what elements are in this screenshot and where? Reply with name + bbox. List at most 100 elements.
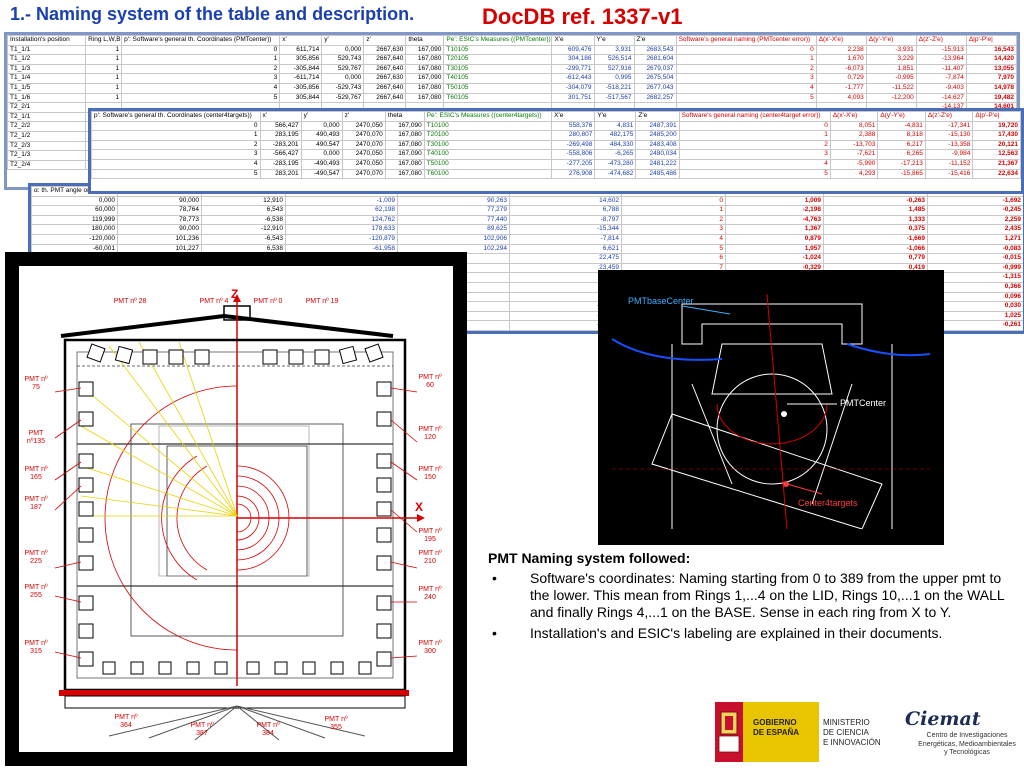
- table-cell: 2,259: [927, 214, 1023, 226]
- table-cell: -7,814: [509, 233, 622, 245]
- table-cell: 1: [121, 54, 281, 65]
- naming-notes: PMT Naming system followed: • Software's …: [488, 550, 1008, 646]
- table-cell: 529,743: [321, 54, 365, 65]
- table-cell: 2483,408: [635, 139, 680, 151]
- table-cell: 90,000: [117, 195, 202, 207]
- table-cell: 0,879: [725, 233, 824, 245]
- table-cell: 2470,050: [341, 158, 386, 170]
- bullet-text: Software's coordinates: Naming starting …: [530, 570, 1005, 620]
- table-cell: -13,703: [829, 139, 879, 151]
- table-cell: T20105: [443, 54, 553, 65]
- axis-z-label: Z: [231, 287, 239, 301]
- table-cell: -0,245: [927, 205, 1023, 216]
- table-cell: -566,427: [259, 149, 302, 160]
- table-cell: 167,090: [384, 149, 425, 160]
- table-cell: 0,000: [31, 195, 118, 207]
- table-cell: T1_1/4: [7, 73, 87, 84]
- table-cell: 2470,050: [341, 149, 386, 160]
- column-header: Δ(z'-Z'e): [924, 111, 974, 122]
- table-cell: 1: [675, 54, 817, 65]
- table-cell: 1,957: [725, 243, 824, 255]
- table-cell: T2_1/3: [7, 150, 87, 161]
- table-cell: 4: [91, 158, 261, 170]
- table-row: 0 566,427 0,000 2470,050 167,090 T10100 558,37…: [91, 120, 1021, 132]
- table-cell: 8,318: [877, 130, 926, 141]
- table-cell: 178,633: [285, 224, 398, 235]
- pmt-label: PMT nº 387: [190, 722, 214, 737]
- table-cell: 3: [675, 73, 817, 84]
- pmt-label: PMT nº 195: [418, 528, 442, 543]
- table-cell: 0: [121, 44, 281, 56]
- table-cell: 167,080: [384, 158, 425, 170]
- table-cell: 4: [678, 158, 831, 170]
- table-cell: 1,670: [815, 54, 867, 65]
- table-cell: -15,344: [509, 224, 622, 235]
- table-cell: 6,543: [201, 205, 286, 216]
- table-cell: 6: [621, 253, 726, 264]
- table-cell: 490,493: [300, 130, 343, 141]
- pmt-label: PMT nº 300: [418, 640, 442, 655]
- table-cell: T60100: [423, 168, 553, 180]
- table-cell: T10105: [443, 44, 553, 56]
- pmt-label: PMT nº 150: [418, 466, 442, 481]
- table-cell: 0: [91, 120, 261, 132]
- table-cell: 0,995: [593, 73, 635, 84]
- column-header: Δ(y'-Y'e): [877, 111, 926, 122]
- table-cell: 2,435: [927, 224, 1023, 235]
- column-header: y': [300, 111, 343, 122]
- table-cell: 5: [121, 92, 281, 104]
- table-cell: 167,080: [384, 130, 425, 141]
- table-cell: T1_1/2: [7, 54, 87, 65]
- table-cell: 167,080: [405, 63, 445, 75]
- table-cell: 17,430: [972, 130, 1021, 141]
- table-cell: -299,771: [551, 63, 595, 75]
- table-cell: 167,090: [405, 73, 445, 84]
- column-header: Pe': ESIC's Measures ((PMTcenter)): [443, 35, 553, 46]
- table-cell: 19,720: [972, 120, 1021, 132]
- pmt-cad-frame: PMTbaseCenter PMTCenter Center4targets: [598, 270, 944, 545]
- table-cell: -612,443: [551, 73, 595, 84]
- table-row: 3 -566,427 0,000 2470,050 167,090 T40100 -558,…: [91, 149, 1021, 160]
- table-cell: -305,856: [279, 82, 323, 94]
- column-header: X'e: [551, 35, 595, 46]
- ciemat-subtitle: Centro de Investigaciones Energéticas, M…: [915, 732, 1019, 758]
- pmt-label: PMT nº 19: [305, 298, 339, 305]
- column-header: Y'e: [594, 111, 637, 122]
- table-cell: -120,879: [285, 233, 398, 245]
- ciemat-logo: Ciemat: [905, 708, 981, 730]
- pmt-label: PMT nº 165: [24, 466, 48, 481]
- table-cell: 484,330: [594, 139, 637, 151]
- table-cell: 102,906: [397, 233, 510, 245]
- pmt-label: PMT nº 355: [324, 716, 348, 731]
- table-cell: T60105: [443, 92, 553, 104]
- table-cell: -9,984: [924, 149, 974, 160]
- table-cell: -529,743: [321, 82, 365, 94]
- pmt-label: PMT nº 0: [253, 298, 283, 305]
- table-cell: 0,779: [823, 253, 928, 264]
- table-cell: 490,547: [300, 139, 343, 151]
- bullet-icon: •: [492, 570, 497, 586]
- table-cell: -11,152: [924, 158, 974, 170]
- table-cell: -11,407: [915, 63, 967, 75]
- table-cell: T1_1/3: [7, 63, 87, 75]
- column-header: Δ(y'-Y'e): [865, 35, 917, 46]
- table-cell: 2485,200: [635, 130, 680, 141]
- column-header: p': Software's general th. Coordinates (…: [121, 35, 281, 46]
- pmt-label: PMT nº 210: [418, 550, 442, 565]
- column-header: p': Software's general th. Coordinates (…: [91, 111, 261, 122]
- table-cell: 101,236: [117, 233, 202, 245]
- table-cell: 3: [91, 149, 261, 160]
- table-cell: 78,773: [117, 214, 202, 226]
- table-cell: 62,198: [285, 205, 398, 216]
- detector-diagram: Z X PMT nº 28 PMT nº 4 PMT nº 0 PMT nº 1…: [19, 266, 453, 752]
- table-row: -120,000 101,236 -6,543 -120,879 102,906 -7,8…: [31, 233, 1023, 245]
- table-cell: 280,807: [551, 130, 596, 141]
- center4targets-label: Center4targets: [798, 498, 858, 508]
- table-row: 60,000 78,764 6,543 62,198 77,279 6,788 1 -2,19…: [31, 205, 1023, 216]
- pmt-label: PMT nº135: [26, 430, 46, 445]
- table-cell: T1_1/5: [7, 82, 87, 94]
- table-cell: 90,263: [397, 195, 510, 207]
- table-cell: 6,621: [509, 243, 622, 255]
- table-cell: 6,217: [877, 139, 926, 151]
- table-cell: 2485,486: [635, 168, 680, 180]
